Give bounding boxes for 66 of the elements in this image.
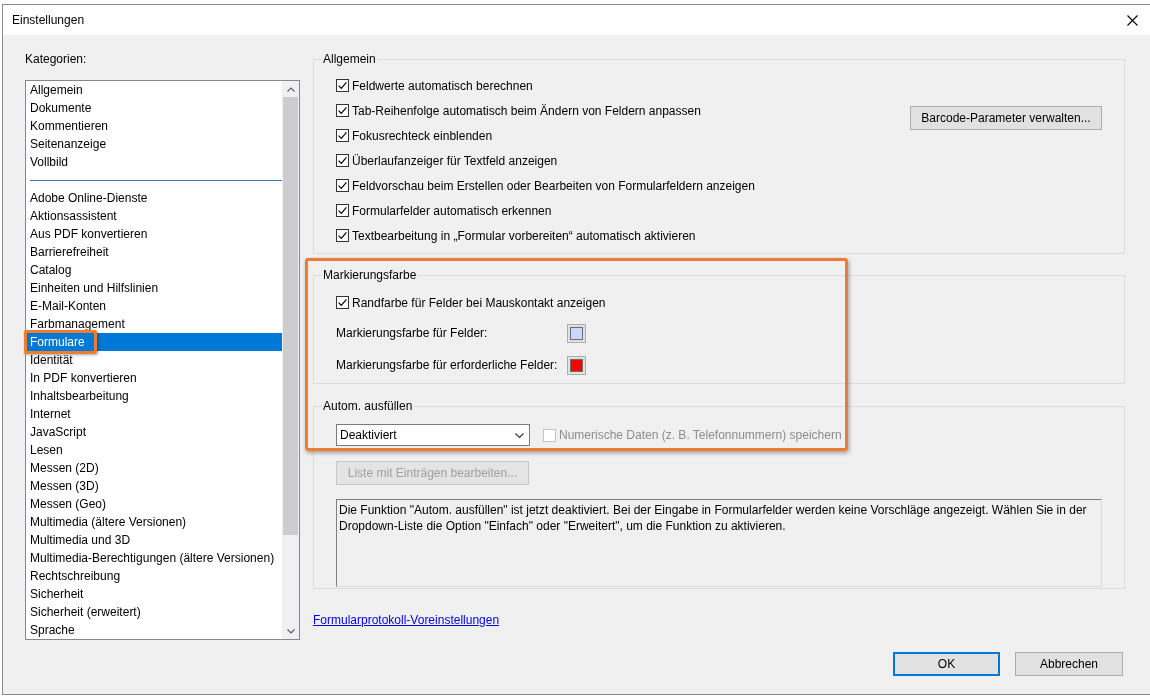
chevron-down-icon[interactable] <box>286 628 295 634</box>
checkbox[interactable] <box>336 296 349 309</box>
list-item[interactable]: Lesen <box>26 441 282 459</box>
checkbox[interactable] <box>336 179 349 192</box>
list-item[interactable]: Vollbild <box>26 153 282 171</box>
list-item[interactable]: Aus PDF konvertieren <box>26 225 282 243</box>
scrollbar-thumb[interactable] <box>283 97 298 535</box>
checkbox[interactable] <box>336 204 349 217</box>
group-title: Markierungsfarbe <box>322 267 418 283</box>
list-item[interactable]: Rechtschreibung <box>26 567 282 585</box>
list-item[interactable]: Messen (3D) <box>26 477 282 495</box>
list-item[interactable]: Dokumente <box>26 99 282 117</box>
settings-link[interactable]: Formularprotokoll-Voreinstellungen <box>313 612 500 628</box>
list-item[interactable]: Sprache <box>26 621 282 639</box>
barcode-settings-button[interactable]: Barcode-Parameter verwalten... <box>910 106 1102 130</box>
list-item[interactable]: Multimedia und 3D <box>26 531 282 549</box>
checkbox-label[interactable]: Überlaufanzeiger für Textfeld anzeigen <box>352 153 558 168</box>
chevron-up-icon[interactable] <box>286 86 295 92</box>
list-label: Kategorien: <box>25 51 88 67</box>
window-title: Einstellungen <box>12 13 85 27</box>
list-item[interactable]: Multimedia-Berechtigungen (ältere Versionen) <box>26 549 282 567</box>
color-label: Markierungsfarbe für erforderliche Felder: <box>336 358 559 372</box>
checkbox[interactable] <box>336 229 349 242</box>
list-item[interactable]: Sicherheit <box>26 585 282 603</box>
list-item[interactable]: JavaScript <box>26 423 282 441</box>
ok-button[interactable]: OK <box>893 652 1000 676</box>
list-item[interactable]: Inhaltsbearbeitung <box>26 387 282 405</box>
list-item[interactable]: Formulare <box>26 333 282 351</box>
mode-dropdown[interactable]: Deaktiviert <box>336 424 530 446</box>
close-icon[interactable] <box>1127 14 1138 26</box>
list-item[interactable]: Adobe Online-Dienste <box>26 189 282 207</box>
list-item[interactable]: Einheiten und Hilfslinien <box>26 279 282 297</box>
list-item[interactable]: Seitenanzeige <box>26 135 282 153</box>
list-item[interactable]: Catalog <box>26 261 282 279</box>
description-field: Die Funktion "Autom. ausfüllen" ist jetzt deaktiviert. Bei der Eingabe in Formularfelder werden keine Vorschläge angezeigt. Wählen Sie in der Dropdown-Liste die Option "Einfach" oder "Erweitert", um die Funktion zu aktivieren. <box>336 499 1102 587</box>
checkbox-label[interactable]: Tab-Reihenfolge automatisch beim Ändern von Feldern anpassen <box>352 103 701 118</box>
chevron-down-icon <box>515 432 524 438</box>
list-item[interactable]: Messen (2D) <box>26 459 282 477</box>
group-title: Allgemein <box>322 51 377 67</box>
category-list[interactable] <box>25 80 300 640</box>
checkbox-label[interactable]: Formularfelder automatisch erkennen <box>352 203 552 218</box>
list-item[interactable]: In PDF konvertieren <box>26 369 282 387</box>
list-item[interactable]: Allgemein <box>26 81 282 99</box>
list-item[interactable]: Kommentieren <box>26 117 282 135</box>
scrollbar[interactable] <box>282 81 299 639</box>
cancel-button[interactable]: Abbrechen <box>1015 652 1123 676</box>
checkbox-label[interactable]: Feldwerte automatisch berechnen <box>352 78 533 93</box>
list-item[interactable]: E-Mail-Konten <box>26 297 282 315</box>
list-item[interactable]: Barrierefreiheit <box>26 243 282 261</box>
list-item[interactable]: Sicherheit (erweitert) <box>26 603 282 621</box>
list-item[interactable]: Messen (Geo) <box>26 495 282 513</box>
checkbox[interactable] <box>336 154 349 167</box>
checkbox-label[interactable]: Fokusrechteck einblenden <box>352 128 493 143</box>
list-item[interactable]: Multimedia (ältere Versionen) <box>26 513 282 531</box>
checkbox[interactable] <box>336 104 349 117</box>
checkbox[interactable] <box>336 129 349 142</box>
list-item[interactable]: Aktionsassistent <box>26 207 282 225</box>
checkbox[interactable] <box>336 79 349 92</box>
checkbox-label[interactable]: Feldvorschau beim Erstellen oder Bearbeiten von Formularfeldern anzeigen <box>352 178 755 193</box>
list-item[interactable]: Identität <box>26 351 282 369</box>
color-label: Markierungsfarbe für Felder: <box>336 326 489 340</box>
checkbox-label[interactable]: Randfarbe für Felder bei Mauskontakt anzeigen <box>352 295 606 310</box>
list-item[interactable]: Farbmanagement <box>26 315 282 333</box>
list-item[interactable]: Internet <box>26 405 282 423</box>
checkbox-label[interactable]: Textbearbeitung in „Formular vorbereiten“ automatisch aktivieren <box>352 228 696 243</box>
group-title: Autom. ausfüllen <box>322 398 414 414</box>
